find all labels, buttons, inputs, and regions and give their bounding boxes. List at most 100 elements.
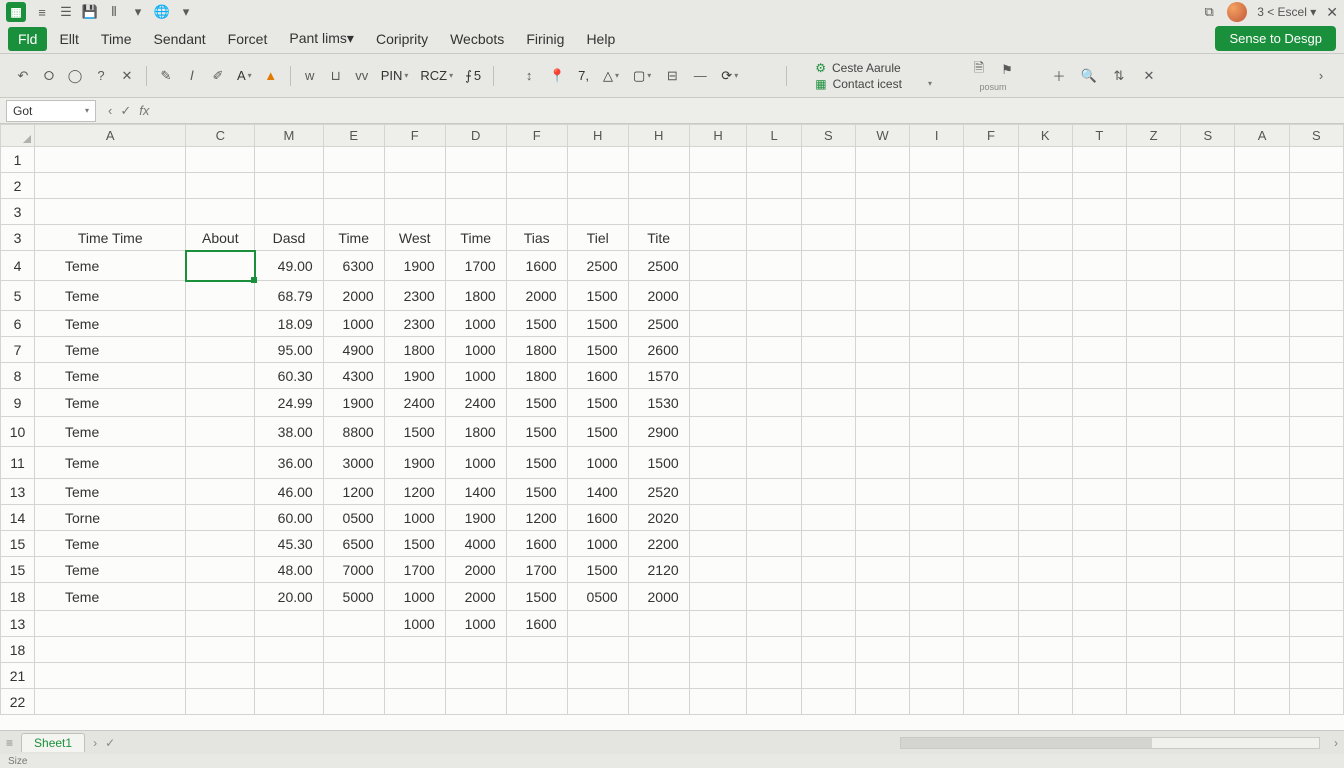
cell[interactable]: 1900 bbox=[323, 389, 384, 417]
cell[interactable] bbox=[186, 417, 255, 447]
cell[interactable]: 1800 bbox=[445, 281, 506, 311]
cell[interactable] bbox=[1127, 637, 1181, 663]
cell[interactable] bbox=[384, 199, 445, 225]
cell[interactable]: Time bbox=[445, 225, 506, 251]
cell[interactable] bbox=[1127, 505, 1181, 531]
cell[interactable] bbox=[964, 363, 1018, 389]
cell[interactable] bbox=[1289, 147, 1343, 173]
cell[interactable] bbox=[1289, 417, 1343, 447]
cell[interactable] bbox=[910, 417, 964, 447]
cell[interactable] bbox=[689, 557, 747, 583]
cell[interactable]: Teme bbox=[35, 479, 186, 505]
cell[interactable] bbox=[1235, 583, 1289, 611]
cell[interactable] bbox=[1018, 583, 1072, 611]
cell[interactable] bbox=[801, 147, 855, 173]
cell[interactable] bbox=[1072, 199, 1126, 225]
cell[interactable]: 1900 bbox=[445, 505, 506, 531]
menu-time[interactable]: Time bbox=[91, 27, 142, 51]
col-header[interactable]: F bbox=[964, 125, 1018, 147]
cell[interactable] bbox=[1235, 389, 1289, 417]
menu-wecbots[interactable]: Wecbots bbox=[440, 27, 514, 51]
cell[interactable] bbox=[689, 479, 747, 505]
border-icon[interactable]: ▢▾ bbox=[629, 68, 655, 84]
cell[interactable]: 4300 bbox=[323, 363, 384, 389]
expand-icon[interactable]: › bbox=[1310, 65, 1332, 87]
create-rule-button[interactable]: ⚙Ceste Aarule bbox=[815, 61, 932, 75]
cell[interactable]: 1700 bbox=[445, 251, 506, 281]
cell[interactable] bbox=[1289, 637, 1343, 663]
cell[interactable] bbox=[628, 199, 689, 225]
pencil-icon[interactable]: ✎ bbox=[155, 65, 177, 87]
cell[interactable]: 6500 bbox=[323, 531, 384, 557]
cell[interactable] bbox=[689, 225, 747, 251]
cell[interactable] bbox=[186, 637, 255, 663]
col-header[interactable]: T bbox=[1072, 125, 1126, 147]
fx-label[interactable]: ⨍ 5 bbox=[461, 68, 485, 84]
cell[interactable]: 46.00 bbox=[255, 479, 324, 505]
cell[interactable] bbox=[1235, 363, 1289, 389]
cell[interactable] bbox=[747, 637, 801, 663]
menu-edit[interactable]: Ellt bbox=[49, 27, 88, 51]
cell[interactable] bbox=[801, 505, 855, 531]
cell[interactable] bbox=[323, 611, 384, 637]
cell[interactable]: 1000 bbox=[384, 583, 445, 611]
minus-icon[interactable]: — bbox=[689, 65, 711, 87]
cell[interactable]: 1500 bbox=[567, 389, 628, 417]
cell[interactable]: 5000 bbox=[323, 583, 384, 611]
cell[interactable] bbox=[1018, 363, 1072, 389]
row-header[interactable]: 21 bbox=[1, 663, 35, 689]
cell[interactable]: 48.00 bbox=[255, 557, 324, 583]
cell[interactable]: 1500 bbox=[506, 389, 567, 417]
save-icon[interactable]: 💾 bbox=[82, 4, 98, 20]
cell[interactable] bbox=[964, 173, 1018, 199]
cell[interactable] bbox=[506, 199, 567, 225]
cell[interactable]: 0500 bbox=[323, 505, 384, 531]
cell[interactable]: 2000 bbox=[628, 583, 689, 611]
cell[interactable]: About bbox=[186, 225, 255, 251]
cell[interactable]: Teme bbox=[35, 311, 186, 337]
cell[interactable] bbox=[1181, 611, 1235, 637]
menu-help[interactable]: Help bbox=[576, 27, 625, 51]
cell[interactable] bbox=[855, 479, 909, 505]
cell[interactable] bbox=[35, 689, 186, 715]
cell[interactable]: 1800 bbox=[506, 337, 567, 363]
cell[interactable] bbox=[747, 663, 801, 689]
cell[interactable] bbox=[1181, 281, 1235, 311]
cell[interactable] bbox=[186, 281, 255, 311]
horizontal-scrollbar[interactable] bbox=[900, 737, 1320, 749]
cell[interactable] bbox=[910, 173, 964, 199]
cell[interactable] bbox=[855, 557, 909, 583]
cell[interactable] bbox=[747, 611, 801, 637]
cell[interactable] bbox=[186, 173, 255, 199]
cell[interactable] bbox=[1072, 479, 1126, 505]
cell[interactable] bbox=[1181, 251, 1235, 281]
cell[interactable]: 18.09 bbox=[255, 311, 324, 337]
cell[interactable] bbox=[1018, 389, 1072, 417]
cell[interactable] bbox=[1235, 479, 1289, 505]
cell[interactable]: 2200 bbox=[628, 531, 689, 557]
cell[interactable] bbox=[1289, 447, 1343, 479]
col-header[interactable]: L bbox=[747, 125, 801, 147]
cell[interactable]: 1200 bbox=[506, 505, 567, 531]
cell[interactable] bbox=[186, 147, 255, 173]
cell[interactable] bbox=[384, 147, 445, 173]
plus-icon[interactable]: ＋ bbox=[1048, 65, 1070, 87]
col-header[interactable]: M bbox=[255, 125, 324, 147]
cell[interactable] bbox=[910, 147, 964, 173]
cell[interactable] bbox=[1289, 311, 1343, 337]
cell[interactable] bbox=[1018, 311, 1072, 337]
cell[interactable] bbox=[801, 611, 855, 637]
cell[interactable] bbox=[186, 199, 255, 225]
cell[interactable] bbox=[1072, 363, 1126, 389]
cell[interactable] bbox=[910, 199, 964, 225]
cell[interactable] bbox=[747, 447, 801, 479]
cell[interactable] bbox=[1127, 337, 1181, 363]
cell[interactable] bbox=[964, 689, 1018, 715]
cell[interactable]: 8800 bbox=[323, 417, 384, 447]
cell[interactable] bbox=[910, 225, 964, 251]
cell[interactable] bbox=[801, 199, 855, 225]
cell[interactable] bbox=[1289, 173, 1343, 199]
cell[interactable] bbox=[1181, 557, 1235, 583]
cell[interactable]: 2520 bbox=[628, 479, 689, 505]
cell[interactable] bbox=[910, 637, 964, 663]
